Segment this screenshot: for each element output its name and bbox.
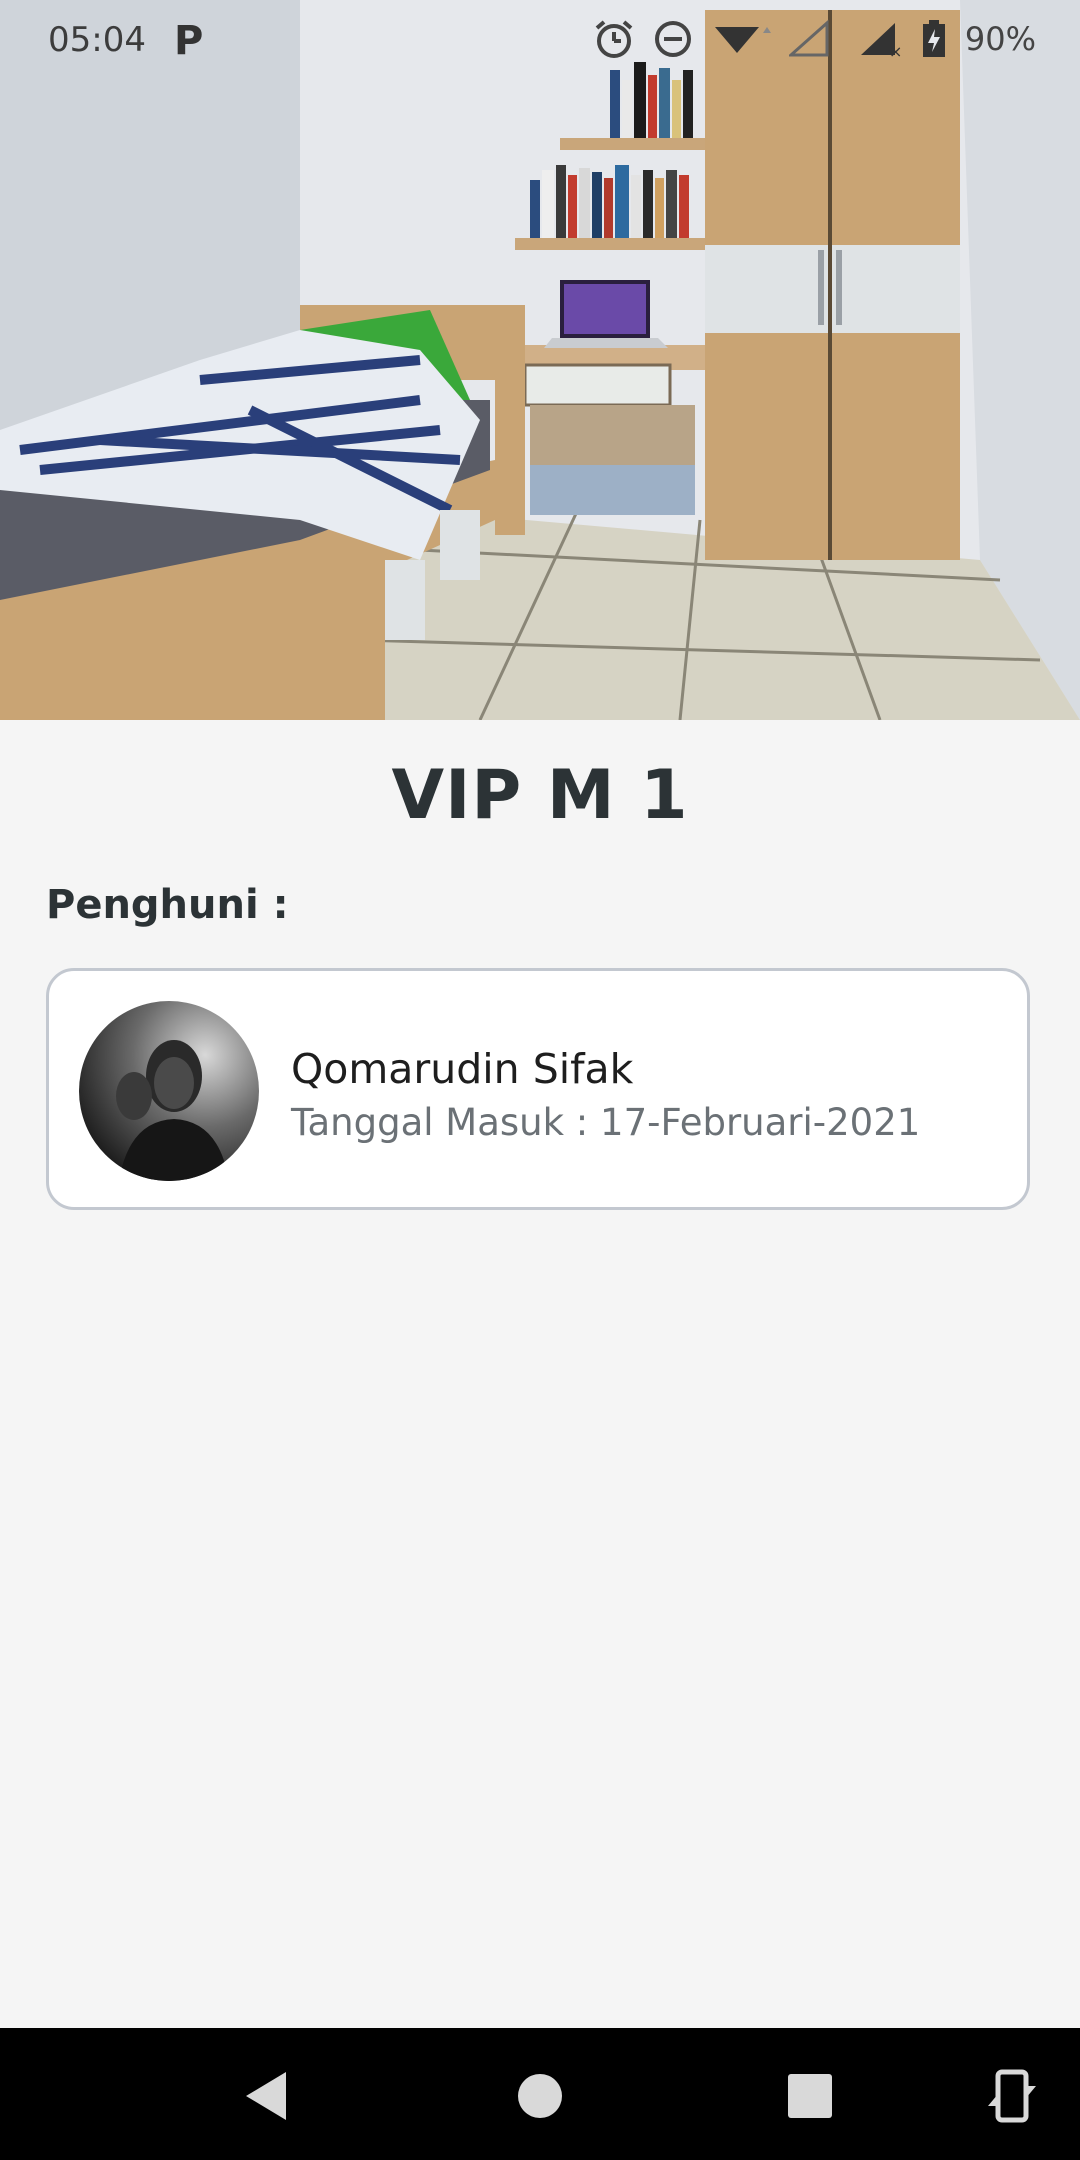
dnd-icon	[654, 21, 691, 57]
room-title: VIP M 1	[391, 756, 689, 835]
app-indicator-icon: P	[174, 18, 204, 64]
rotate-icon[interactable]	[980, 2064, 1044, 2128]
status-bar: 05:04 P × 90%	[0, 0, 1080, 84]
svg-text:×: ×	[889, 42, 902, 59]
resident-avatar	[79, 1001, 259, 1181]
navigation-bar	[0, 2028, 1080, 2160]
resident-entry-date: Tanggal Masuk : 17-Februari-2021	[291, 1101, 921, 1144]
signal-empty-icon	[788, 19, 829, 57]
back-icon[interactable]	[236, 2064, 300, 2128]
residents-label: Penghuni :	[46, 882, 289, 928]
resident-card[interactable]: Qomarudin Sifak Tanggal Masuk : 17-Febru…	[46, 968, 1030, 1210]
battery-charging-icon	[922, 20, 945, 57]
alarm-icon	[595, 20, 633, 58]
battery-percent: 90%	[964, 20, 1036, 58]
signal-nodata-icon: ×	[860, 23, 902, 59]
room-photo	[0, 0, 1080, 720]
status-time: 05:04	[48, 20, 146, 60]
resident-name: Qomarudin Sifak	[291, 1045, 634, 1093]
recents-icon[interactable]	[778, 2064, 842, 2128]
home-icon[interactable]	[508, 2064, 572, 2128]
wifi-icon	[714, 27, 771, 53]
